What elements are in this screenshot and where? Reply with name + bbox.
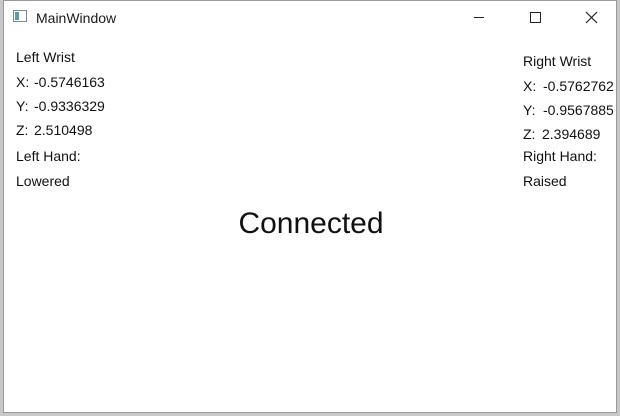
connection-status: Connected (238, 207, 384, 240)
right-y-value: -0.9567885 (543, 102, 614, 118)
window-title: MainWindow (36, 10, 117, 26)
right-x-label: X: (523, 78, 537, 94)
left-z-value: 2.510498 (34, 122, 93, 138)
title-bar[interactable]: MainWindow (4, 1, 616, 33)
window-app-icon[interactable] (13, 10, 27, 22)
close-button[interactable] (568, 1, 614, 33)
main-window: MainWindow Left Wrist X: -0.5746163 Y: -… (3, 0, 617, 413)
right-z-value: 2.394689 (542, 126, 601, 142)
right-x-value: -0.5762762 (543, 78, 614, 94)
right-hand-label: Right Hand: (523, 148, 597, 164)
right-z-label: Z: (523, 126, 536, 142)
right-hand-state: Raised (523, 173, 567, 189)
maximize-icon (530, 12, 541, 23)
minimize-button[interactable] (456, 1, 502, 33)
left-wrist-heading: Left Wrist (16, 49, 75, 65)
left-y-value: -0.9336329 (34, 98, 105, 114)
right-wrist-heading: Right Wrist (523, 53, 592, 69)
left-hand-state: Lowered (16, 173, 70, 189)
close-icon (585, 11, 598, 24)
right-y-label: Y: (523, 102, 536, 118)
minimize-icon (474, 17, 484, 18)
app-icon-pane (15, 12, 19, 20)
left-x-value: -0.5746163 (34, 74, 105, 90)
left-y-label: Y: (16, 98, 29, 114)
left-z-label: Z: (16, 122, 29, 138)
maximize-button[interactable] (512, 1, 558, 33)
left-x-label: X: (16, 74, 30, 90)
left-hand-label: Left Hand: (16, 148, 81, 164)
